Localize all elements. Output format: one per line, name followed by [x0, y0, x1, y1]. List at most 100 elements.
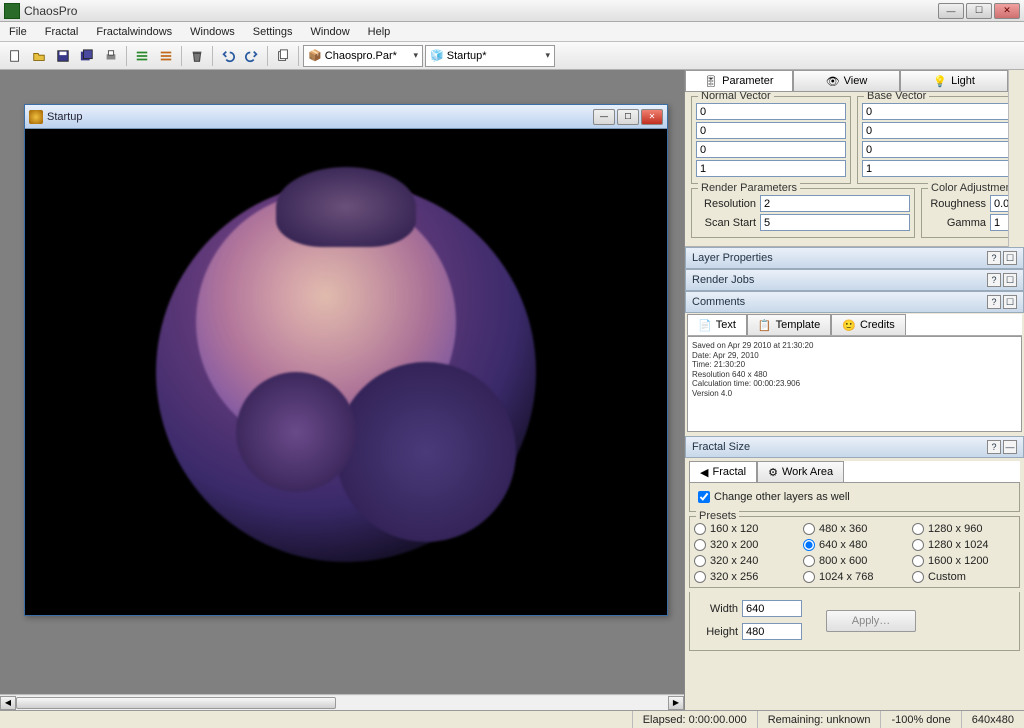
normal-vector-3[interactable] — [696, 160, 846, 177]
restore-icon[interactable]: ☐ — [1003, 273, 1017, 287]
preset-1280x960[interactable]: 1280 x 960 — [912, 523, 1015, 535]
normal-vector-0[interactable] — [696, 103, 846, 120]
box-icon: 📦 — [308, 49, 322, 62]
status-bar: Elapsed: 0:00:00.000 Remaining: unknown … — [0, 710, 1024, 728]
render-jobs-header[interactable]: Render Jobs ?☐ — [685, 269, 1024, 291]
preset-480x360[interactable]: 480 x 360 — [803, 523, 906, 535]
presets-grid: 160 x 120 480 x 360 1280 x 960 320 x 200 640… — [694, 523, 1015, 583]
fractal-size-header[interactable]: Fractal Size ?— — [685, 436, 1024, 458]
comments-textbox[interactable]: Saved on Apr 29 2010 at 21:30:20 Date: A… — [687, 336, 1022, 432]
window-maximize-button[interactable]: ☐ — [966, 3, 992, 19]
scroll-left-icon[interactable]: ◀ — [0, 696, 16, 710]
preset-320x256[interactable]: 320 x 256 — [694, 571, 797, 583]
tab-light[interactable]: 💡Light — [900, 70, 1008, 91]
size-tab-fractal[interactable]: ◀Fractal — [689, 461, 757, 482]
child-close-button[interactable]: ✕ — [641, 109, 663, 125]
bars-orange-icon[interactable] — [155, 45, 177, 67]
window-minimize-button[interactable]: — — [938, 3, 964, 19]
preset-160x120[interactable]: 160 x 120 — [694, 523, 797, 535]
speaker-icon: ◀ — [700, 466, 708, 479]
tab-view[interactable]: 👁View — [793, 70, 901, 91]
restore-icon[interactable]: ☐ — [1003, 295, 1017, 309]
comments-header[interactable]: Comments ?☐ — [685, 291, 1024, 313]
parameter-file-combo[interactable]: 📦 Chaospro.Par* — [303, 45, 423, 67]
render-viewport[interactable] — [25, 129, 667, 615]
scan-start-input[interactable] — [760, 214, 910, 231]
toolbar-sep — [267, 46, 268, 66]
comments-tab-credits[interactable]: 🙂Credits — [831, 314, 906, 335]
preset-custom[interactable]: Custom — [912, 571, 1015, 583]
eye-icon: 👁 — [826, 75, 840, 88]
new-file-icon[interactable] — [4, 45, 26, 67]
workspace-scrollbar-horizontal[interactable]: ◀ ▶ — [0, 694, 684, 710]
menu-file[interactable]: File — [0, 24, 36, 40]
bars-green-icon[interactable] — [131, 45, 153, 67]
roughness-input[interactable] — [990, 195, 1008, 212]
preset-320x200[interactable]: 320 x 200 — [694, 539, 797, 551]
redo-icon[interactable] — [241, 45, 263, 67]
base-vector-3[interactable] — [862, 160, 1008, 177]
menu-settings[interactable]: Settings — [244, 24, 302, 40]
help-icon[interactable]: ? — [987, 251, 1001, 265]
comments-tab-template[interactable]: 📋Template — [747, 314, 831, 335]
change-layers-checkbox[interactable]: Change other layers as well — [698, 491, 1011, 503]
trash-icon[interactable] — [186, 45, 208, 67]
base-vector-1[interactable] — [862, 122, 1008, 139]
help-icon[interactable]: ? — [987, 273, 1001, 287]
fractal-window-title: Startup — [47, 111, 82, 123]
status-remaining: Remaining: unknown — [757, 711, 881, 728]
scroll-right-icon[interactable]: ▶ — [668, 696, 684, 710]
gamma-input[interactable] — [990, 214, 1008, 231]
undo-icon[interactable] — [217, 45, 239, 67]
fractal-window-titlebar[interactable]: Startup — ☐ ✕ — [25, 105, 667, 129]
preset-1024x768[interactable]: 1024 x 768 — [803, 571, 906, 583]
resolution-input[interactable] — [760, 195, 910, 212]
print-icon[interactable] — [100, 45, 122, 67]
preset-1280x1024[interactable]: 1280 x 1024 — [912, 539, 1015, 551]
app-titlebar: ChaosPro — ☐ ✕ — [0, 0, 1024, 22]
child-minimize-button[interactable]: — — [593, 109, 615, 125]
help-icon[interactable]: ? — [987, 295, 1001, 309]
save-icon[interactable] — [52, 45, 74, 67]
base-vector-2[interactable] — [862, 141, 1008, 158]
normal-vector-1[interactable] — [696, 122, 846, 139]
menu-windows[interactable]: Windows — [181, 24, 244, 40]
normal-vector-group: Normal Vector — [691, 96, 851, 184]
menubar: File Fractal Fractalwindows Windows Sett… — [0, 22, 1024, 42]
save-all-icon[interactable] — [76, 45, 98, 67]
side-scrollbar[interactable] — [1008, 70, 1024, 247]
tab-parameter[interactable]: 🎚Parameter — [685, 70, 793, 91]
preset-1600x1200[interactable]: 1600 x 1200 — [912, 555, 1015, 567]
color-adjustments-group: Color Adjustments Roughness Gamma — [921, 188, 1008, 238]
window-close-button[interactable]: ✕ — [994, 3, 1020, 19]
open-file-icon[interactable] — [28, 45, 50, 67]
help-icon[interactable]: ? — [987, 440, 1001, 454]
width-input[interactable] — [742, 600, 802, 617]
minimize-icon[interactable]: — — [1003, 440, 1017, 454]
preset-800x600[interactable]: 800 x 600 — [803, 555, 906, 567]
preset-640x480[interactable]: 640 x 480 — [803, 539, 906, 551]
layer-properties-header[interactable]: Layer Properties ?☐ — [685, 247, 1024, 269]
preset-320x240[interactable]: 320 x 240 — [694, 555, 797, 567]
copy-icon[interactable] — [272, 45, 294, 67]
height-input[interactable] — [742, 623, 802, 640]
comments-tab-text[interactable]: 📄Text — [687, 314, 747, 335]
normal-vector-2[interactable] — [696, 141, 846, 158]
child-maximize-button[interactable]: ☐ — [617, 109, 639, 125]
menu-fractalwindows[interactable]: Fractalwindows — [87, 24, 181, 40]
app-icon — [4, 3, 20, 19]
side-panel: 🎚Parameter 👁View 💡Light Normal Vector Ba… — [684, 70, 1024, 710]
size-tab-workarea[interactable]: ⚙Work Area — [757, 461, 844, 482]
parameter-file-label: Chaospro.Par* — [325, 50, 397, 62]
restore-icon[interactable]: ☐ — [1003, 251, 1017, 265]
toolbar-sep — [212, 46, 213, 66]
menu-window[interactable]: Window — [302, 24, 359, 40]
entry-combo[interactable]: 🧊 Startup* — [425, 45, 555, 67]
apply-button[interactable]: Apply… — [826, 610, 916, 632]
render-parameters-group: Render Parameters Resolution Scan Start — [691, 188, 915, 238]
scroll-thumb[interactable] — [16, 697, 336, 709]
base-vector-0[interactable] — [862, 103, 1008, 120]
cube-icon: 🧊 — [430, 49, 444, 62]
menu-fractal[interactable]: Fractal — [36, 24, 88, 40]
menu-help[interactable]: Help — [359, 24, 400, 40]
